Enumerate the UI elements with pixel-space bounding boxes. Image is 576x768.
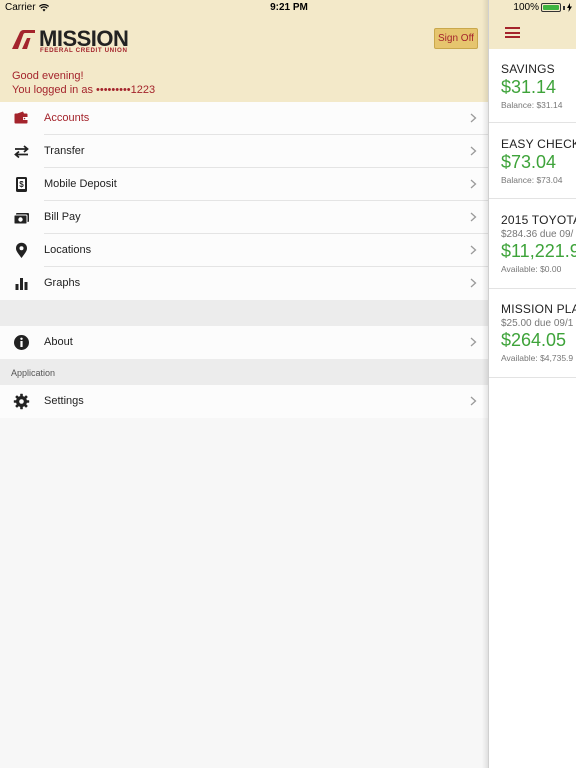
section-header-label: Application <box>11 368 56 378</box>
account-available: Available: $4,735.9 <box>501 353 574 363</box>
chevron-right-icon <box>470 278 477 288</box>
greeting: Good evening! You logged in as •••••••••… <box>12 69 155 97</box>
account-amount: $264.05 <box>501 330 567 350</box>
chevron-right-icon <box>470 113 477 123</box>
account-name: 2015 TOYOTA <box>501 213 576 227</box>
menu-item-label: Graphs <box>44 277 81 289</box>
wallet-icon <box>14 111 28 124</box>
chevron-right-icon <box>470 179 477 189</box>
account-balance: Balance: $73.04 <box>501 175 563 185</box>
menu-item-transfer[interactable]: Transfer <box>0 135 488 168</box>
menu-item-locations[interactable]: Locations <box>0 234 488 267</box>
charging-bolt-icon <box>567 3 572 12</box>
menu-item-label: About <box>44 336 73 348</box>
status-bar: Carrier 9:21 PM 100% <box>0 0 576 16</box>
location-pin-icon <box>16 242 27 258</box>
section-spacer <box>0 300 488 326</box>
account-card-credit-card[interactable]: MISSION PLAT $25.00 due 09/1 $264.05 Ava… <box>501 302 576 363</box>
account-card-checking[interactable]: EASY CHECKIN $73.04 Balance: $73.04 <box>501 137 576 185</box>
menu-item-label: Mobile Deposit <box>44 178 117 190</box>
account-amount: $31.14 <box>501 77 557 97</box>
menu-item-label: Locations <box>44 244 92 256</box>
chevron-right-icon <box>470 396 477 406</box>
chevron-right-icon <box>470 245 477 255</box>
account-amount: $73.04 <box>501 152 557 172</box>
menu-item-settings[interactable]: Settings <box>0 385 488 418</box>
chevron-right-icon <box>470 146 477 156</box>
bar-chart-icon <box>15 278 28 290</box>
account-name: MISSION PLAT <box>501 302 576 316</box>
menu-item-label: Transfer <box>44 145 85 157</box>
app-root: Carrier 9:21 PM 100% MISSION FEDERAL CRE… <box>0 0 576 768</box>
logo-subtitle: FEDERAL CREDIT UNION <box>40 47 128 54</box>
mission-logo: MISSION FEDERAL CREDIT UNION <box>11 28 136 56</box>
menu-item-label: Settings <box>44 395 84 407</box>
status-time: 9:21 PM <box>270 2 308 13</box>
battery-icon <box>541 3 561 12</box>
account-balance: Balance: $31.14 <box>501 100 563 110</box>
logged-in-as-text: You logged in as •••••••••1223 <box>12 84 156 96</box>
battery-percent: 100% <box>513 2 539 13</box>
account-card-auto-loan[interactable]: 2015 TOYOTA $284.36 due 09/ $11,221.9 Av… <box>501 213 576 274</box>
chevron-right-icon <box>470 337 477 347</box>
menu-list: Accounts Transfer $ Mobile Deposit Bill … <box>0 102 488 418</box>
accounts-panel[interactable]: SAVINGS $31.14 Balance: $31.14 EASY CHEC… <box>489 0 576 768</box>
info-icon <box>14 335 29 350</box>
mission-logo-mark-icon <box>12 30 35 49</box>
menu-item-label: Accounts <box>44 112 90 124</box>
account-name: EASY CHECKIN <box>501 137 576 151</box>
menu-item-accounts[interactable]: Accounts <box>0 102 488 135</box>
hamburger-menu-icon[interactable] <box>505 27 520 38</box>
mobile-deposit-icon: $ <box>16 177 27 192</box>
transfer-arrows-icon <box>14 145 29 159</box>
menu-item-bill-pay[interactable]: Bill Pay <box>0 201 488 234</box>
battery-indicator: 100% <box>513 2 572 13</box>
menu-item-graphs[interactable]: Graphs <box>0 267 488 300</box>
gear-icon <box>13 393 30 410</box>
svg-text:$: $ <box>19 180 24 189</box>
chevron-right-icon <box>470 212 477 222</box>
menu-item-label: Bill Pay <box>44 211 81 223</box>
menu-item-mobile-deposit[interactable]: $ Mobile Deposit <box>0 168 488 201</box>
account-card-savings[interactable]: SAVINGS $31.14 Balance: $31.14 <box>501 62 576 110</box>
side-menu: MISSION FEDERAL CREDIT UNION Sign Off Go… <box>0 0 488 768</box>
account-name: SAVINGS <box>501 62 555 76</box>
greeting-text: Good evening! <box>12 70 84 82</box>
account-available: Available: $0.00 <box>501 264 562 274</box>
section-header-application: Application <box>0 359 488 385</box>
sign-off-button[interactable]: Sign Off <box>434 28 478 49</box>
account-due: $25.00 due 09/1 <box>501 318 574 329</box>
bill-pay-icon <box>13 213 29 225</box>
account-due: $284.36 due 09/ <box>501 229 574 240</box>
account-amount: $11,221.9 <box>501 241 576 261</box>
menu-item-about[interactable]: About <box>0 326 488 359</box>
